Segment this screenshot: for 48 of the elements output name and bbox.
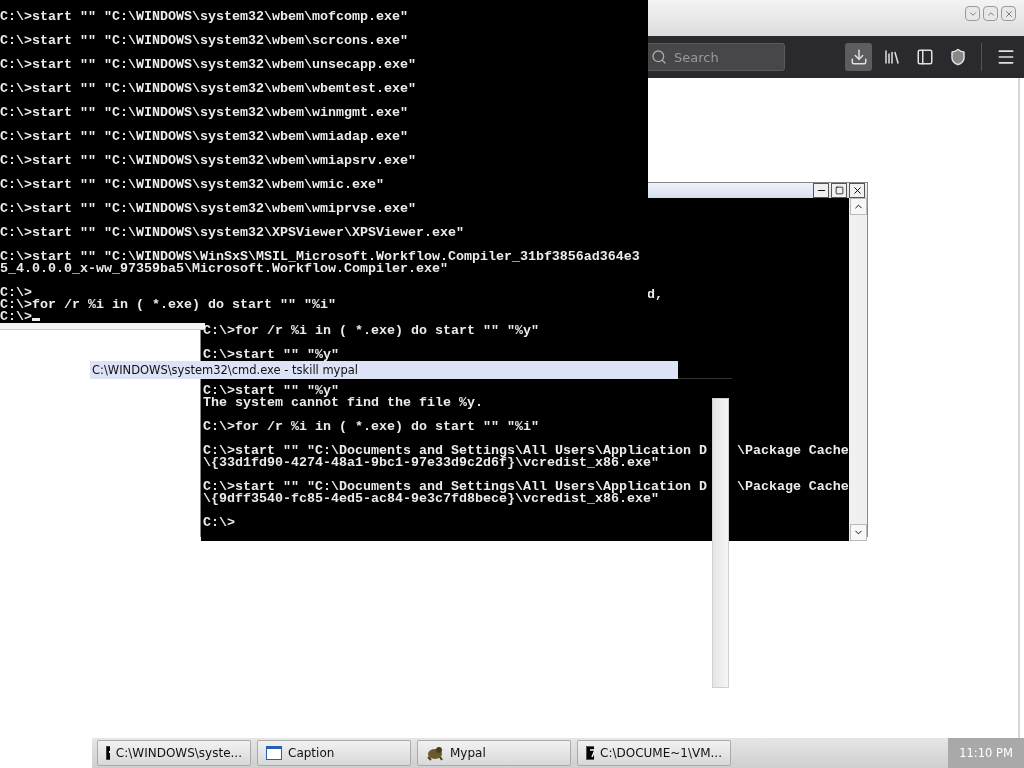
taskbar-button[interactable]: C:\WINDOWS\syste...: [97, 740, 251, 766]
console-line: \{33d1fd90-4274-48a1-9bc1-97e33d9c2d6f}\vcredist_x86.exe": [203, 457, 659, 469]
console-line: C:\>start "" "C:\WINDOWS\system32\wbem\wmiadap.exe": [0, 131, 409, 143]
close-button[interactable]: [849, 183, 865, 198]
console-line: C:\>start "" "C:\WINDOWS\system32\wbem\unsecapp.exe": [0, 59, 417, 71]
close-icon: [1003, 8, 1014, 19]
console-line: \{9dff3540-fc85-4ed5-ac84-9e3c7fd8bece}\vcredist_x86.exe": [203, 493, 659, 505]
animal-icon: [426, 745, 444, 761]
console-line: C:\>: [0, 311, 648, 323]
console-line: C:\>start "" "C:\WINDOWS\system32\wbem\mofcomp.exe": [0, 11, 409, 23]
console-line: C:\>for /r %i in ( *.exe) do start "" "%i": [203, 421, 540, 433]
maximize-button[interactable]: [831, 183, 847, 198]
console-line: The system cannot find the file %y.: [203, 397, 484, 409]
console-line: C:\>: [203, 517, 236, 529]
window-icon: [266, 746, 282, 760]
cursor: [32, 318, 40, 321]
search-field[interactable]: Search: [645, 43, 785, 71]
library-icon: [882, 48, 901, 66]
console-line: C:\>start "" "C:\WINDOWS\system32\wbem\wmic.exe": [0, 179, 385, 191]
download-icon: [849, 48, 868, 66]
console-line: C:\>start "" "C:\WINDOWS\system32\wbem\wmiapsrv.exe": [0, 155, 417, 167]
console-line: C:\>: [0, 287, 32, 299]
console-line: C:\>start "" "C:\WINDOWS\system32\wbem\winmgmt.exe": [0, 107, 409, 119]
window-title: C:\WINDOWS\system32\cmd.exe - tskill mypal: [90, 361, 678, 379]
taskbar-button[interactable]: Caption: [257, 740, 411, 766]
console-line: C:\>for /r %i in ( *.exe) do start "" "%i": [0, 299, 337, 311]
console-line: C:\>start "" "C:\Documents and Settings\All Users\Application D \Package Cache: [203, 481, 849, 493]
taskbar-button[interactable]: Mypal: [417, 740, 571, 766]
close-icon: [851, 185, 863, 196]
search-icon: [651, 49, 667, 65]
console-line: 5_4.0.0.0_x-ww_97359ba5\Microsoft.Workflow.Compiler.exe": [0, 263, 448, 275]
console-line: C:\>start "" "C:\WINDOWS\system32\wbem\scrcons.exe": [0, 35, 409, 47]
sidebar-icon: [915, 48, 934, 66]
shield-icon: [948, 48, 967, 66]
minimize-button[interactable]: [813, 183, 829, 198]
taskbar-button[interactable]: C:\DOCUME~1\VM...: [577, 740, 731, 766]
console-line: C:\>start "" "C:\WINDOWS\WinSxS\MSIL_Microsoft.Workflow.Compiler_31bf3856ad364e3: [0, 251, 641, 263]
console-line: C:\>start "" "%y": [203, 385, 340, 397]
console-line: d,: [646, 289, 664, 301]
console-line: C:\>start "" "C:\Documents and Settings\All Users\Application D \Package Cache: [203, 445, 849, 457]
console-line: C:\>for /r %i in ( *.exe) do start "" "%y": [203, 325, 540, 337]
console-line: C:\>start "" "C:\WINDOWS\system32\XPSViewer\XPSViewer.exe": [0, 227, 465, 239]
console-line: C:\>start "" "C:\WINDOWS\system32\wbem\wmiprvse.exe": [0, 203, 417, 215]
console-line: C:\>start "" "%y": [203, 349, 340, 361]
clock: 11:10 PM: [948, 738, 1024, 768]
maximize-icon: [834, 186, 844, 195]
download-button[interactable]: [845, 43, 872, 71]
console-line: C:\>start "" "C:\WINDOWS\system32\wbem\wbemtest.exe": [0, 83, 417, 95]
